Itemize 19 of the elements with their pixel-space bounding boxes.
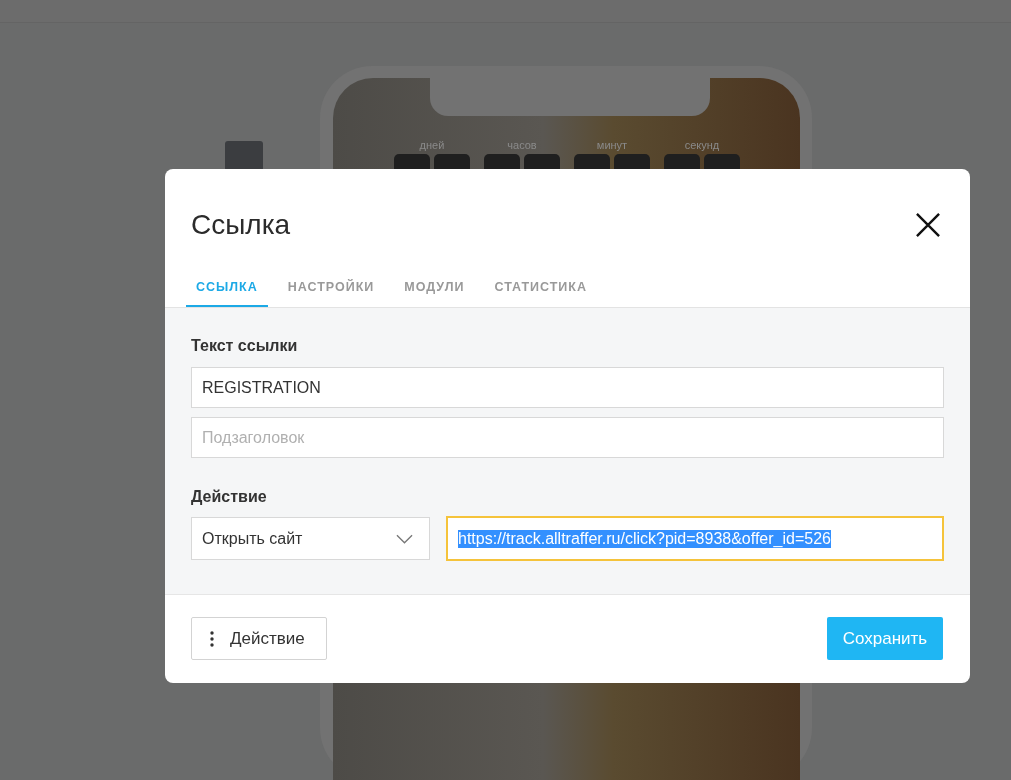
countdown-label: секунд [684,139,720,151]
field-label: Текст ссылки [191,337,299,355]
countdown-label: дней [419,139,445,151]
countdown-label: минут [596,139,628,151]
dialog-title: Ссылка [191,209,291,241]
input-field[interactable]: REGISTRATION [191,367,944,408]
url-field[interactable]: https://track.alltraffer.ru/click?pid=8938&offer_id=526 [446,516,944,561]
tab[interactable]: МОДУЛИ [394,278,475,307]
input-field[interactable]: Подзаголовок [191,417,944,458]
chevron-down-icon [396,533,413,544]
action-button[interactable]: Действие [191,617,327,660]
tab[interactable]: СТАТИСТИКА [484,278,597,307]
field-label: Действие [191,488,268,506]
more-vertical-icon [210,630,214,647]
save-button[interactable]: Сохранить [827,617,943,660]
tab[interactable]: НАСТРОЙКИ [277,278,385,307]
dropdown[interactable]: Открыть сайт [191,517,430,560]
toolbar-square [225,141,263,171]
close-icon[interactable] [916,213,940,237]
